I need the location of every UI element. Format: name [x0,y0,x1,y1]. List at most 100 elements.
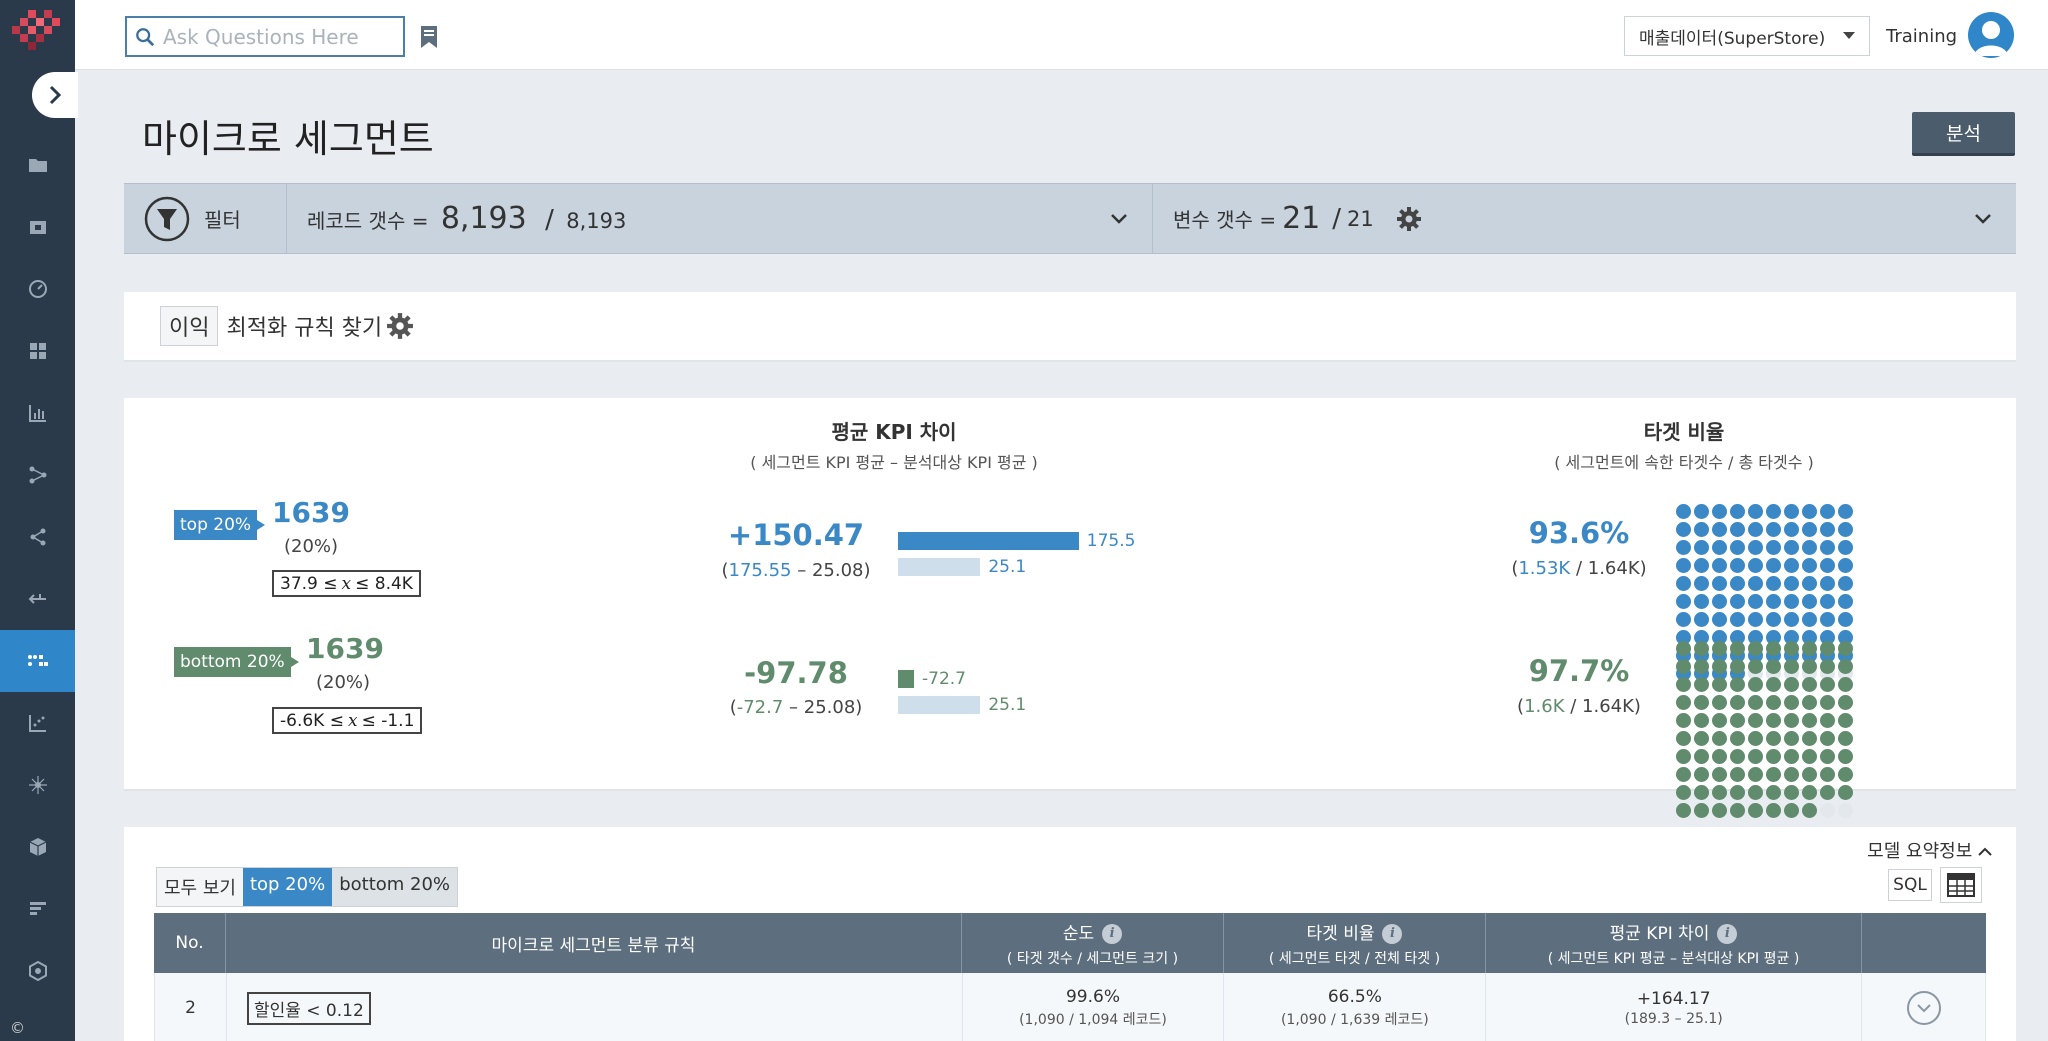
scatter-icon [28,715,46,732]
waffle-dot [1748,803,1763,818]
sidebar-item-microsegment[interactable] [0,630,75,692]
waffle-dot [1730,713,1745,728]
waffle-dot [1748,767,1763,782]
row-purity-sub: (1,090 / 1,094 레코드) [1019,1012,1167,1028]
info-icon[interactable]: i [1717,923,1738,944]
rule-chip[interactable]: 할인율 < 0.12 [246,991,371,1025]
col-kpi[interactable]: 평균 KPI 차이 i ( 세그먼트 KPI 평균 – 분석대상 KPI 평균 ) [1486,913,1862,973]
waffle-dot [1676,504,1691,519]
sidebar-item-chart[interactable] [0,382,75,444]
waffle-dot [1676,767,1691,782]
info-icon[interactable]: i [1382,923,1403,944]
sidebar-item-settings[interactable] [0,940,75,1002]
waffle-dot [1838,576,1853,591]
sidebar-item-grid[interactable] [0,320,75,382]
flow-icon [29,466,46,484]
waffle-dot [1766,803,1781,818]
variable-count-dropdown[interactable]: 변수 갯수 = 21 / 21 [1153,184,2016,253]
top-kpi-seg: 175.55 [728,560,792,581]
rule-text: 최적화 규칙 찾기 [226,316,383,341]
app-logo[interactable] [10,8,64,62]
waffle-dot [1784,612,1799,627]
bottom-kpi-diff: -97.78 [744,656,848,690]
row-target-sub: (1,090 / 1,639 레코드) [1280,1012,1429,1028]
sidebar-item-folder[interactable] [0,134,75,196]
sidebar-item-dashboard[interactable] [0,258,75,320]
avatar[interactable] [1968,12,2014,58]
sidebar-item-package[interactable] [0,816,75,878]
gear-icon[interactable] [386,312,414,340]
sidebar-item-scatter[interactable] [0,692,75,754]
col-target-label: 타겟 비율 [1306,923,1375,944]
col-purity[interactable]: 순도 i ( 타겟 갯수 / 세그먼트 크기 ) [962,913,1224,973]
bottom-target-detail: (1.6K / 1.64K) [1517,696,1641,717]
top-kpi-diff: +150.47 [727,518,865,552]
chevron-down-icon [1975,213,1991,224]
waffle-dot [1730,522,1745,537]
tab-all[interactable]: 모두 보기 [157,868,243,906]
bookmark-button[interactable] [420,25,438,53]
row-kpi-sub: (189.3 – 25.1) [1624,1011,1723,1027]
waffle-dot [1730,785,1745,800]
user-name[interactable]: Training [1886,26,1957,47]
search-box[interactable] [125,16,405,57]
waffle-dot [1694,677,1709,692]
bottom-kpi-bar [898,670,914,688]
record-count-dropdown[interactable]: 레코드 갯수 = 8,193 / 8,193 [287,184,1153,253]
filter-icon [144,196,190,241]
segment-filter-tabs: 모두 보기 top 20% bottom 20% [156,867,459,907]
tab-top[interactable]: top 20% [242,868,333,906]
sidebar-item-merge[interactable] [0,568,75,630]
top-target-detail: (1.53K / 1.64K) [1511,558,1647,579]
col-target[interactable]: 타겟 비율 i ( 세그먼트 타겟 / 전체 타겟 ) [1224,913,1486,973]
gear-icon[interactable] [1396,206,1422,232]
sidebar-item-cluster[interactable] [0,754,75,816]
bottom-kpi-bar-label: -72.7 [922,669,966,689]
kpi-target-tag[interactable]: 이익 [160,306,219,346]
col-rule[interactable]: 마이크로 세그먼트 분류 규칙 [226,913,962,973]
waffle-dot [1820,731,1835,746]
sidebar-item-share[interactable] [0,506,75,568]
sidebar-item-flow[interactable] [0,444,75,506]
waffle-dot [1784,504,1799,519]
model-summary-toggle[interactable]: 모델 요약정보 [1867,837,1992,863]
table-view-button[interactable] [1940,867,1982,903]
hexagon-gear-icon [28,961,47,981]
waffle-dot [1730,594,1745,609]
bottom-target-ratio: 97.7% [1528,654,1630,688]
waffle-dot [1784,695,1799,710]
bottom-base-bar-label: 25.1 [988,695,1027,715]
top-range-op-2: ≤ [355,573,370,594]
waffle-dot [1712,540,1727,555]
sql-button[interactable]: SQL [1888,869,1932,901]
sidebar-expand-button[interactable] [32,72,78,118]
waffle-dot [1712,785,1727,800]
waffle-dot [1784,803,1799,818]
waffle-dot [1676,695,1691,710]
sidebar-item-data[interactable] [0,196,75,258]
bottom-segment-range: -6.6K ≤ x ≤ -1.1 [272,707,423,734]
variable-count-label: 변수 갯수 = [1173,208,1277,232]
row-no: 2 [155,973,227,1041]
table-row[interactable]: 2 할인율 < 0.12 99.6% (1,090 / 1,094 레코드) 6… [154,973,1987,1041]
waffle-dot [1766,594,1781,609]
waffle-dot [1766,522,1781,537]
row-actions [1862,973,1987,1041]
waffle-dot [1820,558,1835,573]
col-no[interactable]: No. [154,913,226,973]
bottom-range-high: -1.1 [381,710,415,731]
tab-bottom[interactable]: bottom 20% [332,868,458,906]
expand-row-button[interactable] [1906,991,1941,1025]
sidebar-item-list[interactable] [0,878,75,940]
search-input[interactable] [163,24,403,49]
filter-toggle[interactable]: 필터 [124,184,287,253]
analyze-button[interactable]: 분석 [1912,112,2015,156]
bottom-segment-pct: (20%) [316,672,371,693]
waffle-dot [1802,785,1817,800]
bottom-target-waffle [1676,641,1856,818]
top-segment-range: 37.9 ≤ x ≤ 8.4K [272,570,421,597]
datasource-select[interactable]: 매출데이터(SuperStore) [1624,16,1870,56]
kpi-title: 평균 KPI 차이 [831,420,957,444]
info-icon[interactable]: i [1102,923,1123,944]
waffle-dot [1730,540,1745,555]
